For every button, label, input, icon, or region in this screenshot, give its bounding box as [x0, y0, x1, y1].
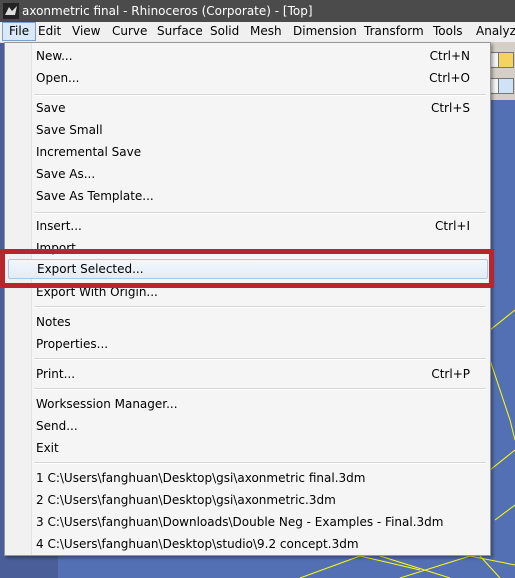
- menu-item-label: Notes: [36, 315, 71, 329]
- menu-item-shortcut: Ctrl+O: [429, 71, 470, 85]
- menu-item-new[interactable]: New... Ctrl+N: [8, 46, 486, 66]
- menu-item-label: Worksession Manager...: [36, 397, 178, 411]
- window-title: axonmetric final - Rhinoceros (Corporate…: [22, 4, 313, 18]
- menu-item-insert[interactable]: Insert... Ctrl+I: [8, 216, 486, 236]
- file-menu-dropdown: New... Ctrl+N Open... Ctrl+O Save Ctrl+S Sa…: [4, 42, 491, 556]
- recent-file-label: 1 C:\Users\fanghuan\Desktop\gsi\axonmetr…: [36, 471, 366, 485]
- menu-item-label: Import...: [36, 241, 88, 255]
- title-bar: axonmetric final - Rhinoceros (Corporate…: [0, 0, 515, 22]
- menu-item-notes[interactable]: Notes: [8, 312, 486, 332]
- menu-separator: [34, 94, 486, 96]
- open-folder-icon[interactable]: [498, 52, 514, 68]
- menu-item-label: Export With Origin...: [36, 285, 158, 299]
- menu-item-save-small[interactable]: Save Small: [8, 120, 486, 140]
- rhino-app-icon[interactable]: [3, 3, 19, 19]
- menu-item-label: Open...: [36, 71, 80, 85]
- menu-separator: [34, 358, 486, 360]
- menu-surface[interactable]: Surface: [151, 23, 209, 40]
- menu-item-shortcut: Ctrl+S: [430, 101, 470, 115]
- menu-item-label: Incremental Save: [36, 145, 142, 159]
- menu-item-worksession-manager[interactable]: Worksession Manager...: [8, 394, 486, 414]
- menu-separator: [34, 212, 486, 214]
- menu-item-label: New...: [36, 49, 73, 63]
- menu-mesh[interactable]: Mesh: [244, 23, 288, 40]
- recent-file-item[interactable]: 1 C:\Users\fanghuan\Desktop\gsi\axonmetr…: [8, 468, 486, 488]
- menu-solid[interactable]: Solid: [204, 23, 245, 40]
- menu-item-open[interactable]: Open... Ctrl+O: [8, 68, 486, 88]
- menu-item-import[interactable]: Import...: [8, 238, 486, 258]
- menu-tools[interactable]: Tools: [427, 23, 469, 40]
- recent-file-item[interactable]: 2 C:\Users\fanghuan\Desktop\gsi\axonmetr…: [8, 490, 486, 510]
- menu-item-incremental-save[interactable]: Incremental Save: [8, 142, 486, 162]
- menu-item-save-as[interactable]: Save As...: [8, 164, 486, 184]
- menu-separator: [34, 388, 486, 390]
- recent-file-label: 3 C:\Users\fanghuan\Downloads\Double Neg…: [36, 515, 444, 529]
- menu-item-save[interactable]: Save Ctrl+S: [8, 98, 486, 118]
- recent-file-item[interactable]: 4 C:\Users\fanghuan\Desktop\studio\9.2 c…: [8, 534, 486, 554]
- menu-transform[interactable]: Transform: [358, 23, 430, 40]
- menu-item-label: Properties...: [36, 337, 109, 351]
- menu-item-label: Exit: [36, 441, 59, 455]
- viewport-bottom-area[interactable]: [58, 555, 515, 578]
- shaded-view-icon[interactable]: [498, 78, 514, 94]
- menu-separator: [34, 462, 486, 464]
- menu-item-label: Save: [36, 101, 66, 115]
- menu-separator: [34, 306, 486, 308]
- menu-file[interactable]: File: [2, 22, 37, 41]
- menu-curve[interactable]: Curve: [106, 23, 153, 40]
- menu-item-label: Save Small: [36, 123, 103, 137]
- menu-bar: File Edit View Curve Surface Solid Mesh …: [0, 22, 515, 43]
- menu-dimension[interactable]: Dimension: [287, 23, 363, 40]
- menu-item-label: Send...: [36, 419, 78, 433]
- menu-item-label: Insert...: [36, 219, 82, 233]
- menu-item-shortcut: Ctrl+I: [435, 219, 470, 233]
- menu-item-label: Export Selected...: [37, 262, 144, 276]
- menu-view[interactable]: View: [66, 23, 106, 40]
- recent-file-label: 2 C:\Users\fanghuan\Desktop\gsi\axonmetr…: [36, 493, 336, 507]
- menu-item-shortcut: Ctrl+P: [431, 367, 470, 381]
- menu-item-export-with-origin[interactable]: Export With Origin...: [8, 282, 486, 302]
- menu-item-label: Print...: [36, 367, 76, 381]
- menu-edit[interactable]: Edit: [32, 23, 67, 40]
- menu-item-export-selected[interactable]: Export Selected...: [8, 259, 488, 279]
- menu-item-save-as-template[interactable]: Save As Template...: [8, 186, 486, 206]
- viewport-top[interactable]: [490, 100, 515, 578]
- menu-item-shortcut: Ctrl+N: [429, 49, 470, 63]
- recent-file-label: 4 C:\Users\fanghuan\Desktop\studio\9.2 c…: [36, 537, 359, 551]
- menu-item-print[interactable]: Print... Ctrl+P: [8, 364, 486, 384]
- menu-item-send[interactable]: Send...: [8, 416, 486, 436]
- menu-item-exit[interactable]: Exit: [8, 438, 486, 458]
- menu-item-properties[interactable]: Properties...: [8, 334, 486, 354]
- menu-item-label: Save As...: [36, 167, 96, 181]
- menu-item-label: Save As Template...: [36, 189, 154, 203]
- menu-analyze[interactable]: Analyze: [470, 23, 515, 40]
- recent-file-item[interactable]: 3 C:\Users\fanghuan\Downloads\Double Neg…: [8, 512, 486, 532]
